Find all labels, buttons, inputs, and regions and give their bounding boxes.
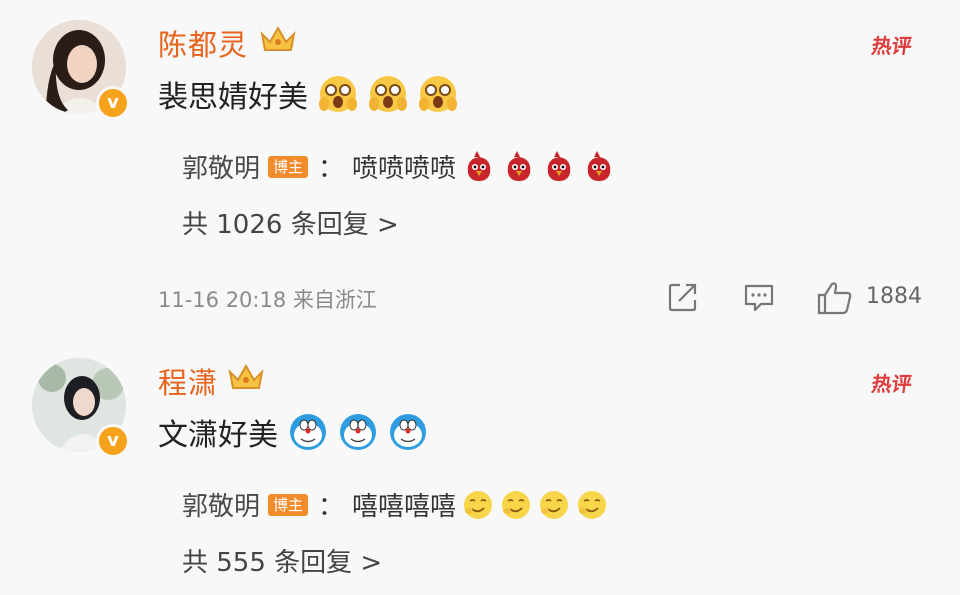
angry-bird-emoji-icon bbox=[507, 150, 531, 181]
reply-count-link[interactable]: 共 1026 条回复 > bbox=[182, 204, 399, 241]
hot-comment-label: 热评 bbox=[870, 34, 914, 58]
comment-text-row: 文潇好美 bbox=[158, 410, 428, 454]
member-crown-icon bbox=[260, 25, 296, 51]
scared-face-emoji-icon bbox=[419, 76, 457, 112]
like-count: 1884 bbox=[866, 284, 922, 309]
reply-count-link[interactable]: 共 555 条回复 > bbox=[182, 542, 382, 579]
doraemon-emoji-icon bbox=[290, 414, 326, 450]
reply-author[interactable]: 郭敬明 bbox=[182, 148, 260, 185]
reply-row[interactable]: 郭敬明 博主 ： 嘻嘻嘻嘻 bbox=[182, 486, 608, 523]
reply-text: 喷喷喷喷 bbox=[352, 154, 457, 184]
comment-meta: 11-16 20:18 来自浙江 bbox=[158, 288, 377, 312]
comment-text-row: 裴思婧好美 bbox=[158, 72, 458, 116]
comment-text: 文潇好美 bbox=[158, 418, 278, 453]
comment-item: v 陈都灵 热评 裴思婧好美 郭敬明 博主 ： 喷喷喷喷 共 1026 条回复 … bbox=[0, 0, 960, 340]
reply-author[interactable]: 郭敬明 bbox=[182, 486, 260, 523]
verified-badge-icon: v bbox=[96, 424, 130, 458]
comment-text: 裴思婧好美 bbox=[158, 80, 308, 115]
angry-bird-emoji-icon bbox=[467, 150, 491, 181]
scared-face-emoji-icon bbox=[369, 76, 407, 112]
comment-username[interactable]: 程潇 bbox=[158, 360, 218, 402]
reply-row[interactable]: 郭敬明 博主 ： 喷喷喷喷 bbox=[182, 148, 616, 185]
share-icon[interactable] bbox=[666, 280, 700, 314]
reply-colon: ： bbox=[318, 492, 345, 522]
blogger-badge: 博主 bbox=[268, 155, 309, 178]
thumbs-up-icon[interactable] bbox=[816, 280, 854, 316]
member-crown-icon bbox=[228, 363, 264, 389]
comment-item: v 程潇 热评 文潇好美 郭敬明 博主 ： 嘻嘻嘻嘻 共 555 条回复 > bbox=[0, 340, 960, 595]
angry-bird-emoji-icon bbox=[587, 150, 611, 181]
comment-username[interactable]: 陈都灵 bbox=[158, 22, 248, 64]
hot-comment-label: 热评 bbox=[870, 372, 914, 396]
comment-icon[interactable] bbox=[742, 280, 776, 314]
smirk-face-emoji-icon bbox=[502, 490, 531, 519]
scared-face-emoji-icon bbox=[319, 76, 357, 112]
reply-text: 嘻嘻嘻嘻 bbox=[352, 492, 457, 522]
reply-colon: ： bbox=[318, 154, 345, 184]
angry-bird-emoji-icon bbox=[547, 150, 571, 181]
verified-badge-icon: v bbox=[96, 86, 130, 120]
doraemon-emoji-icon bbox=[340, 414, 376, 450]
doraemon-emoji-icon bbox=[390, 414, 426, 450]
blogger-badge: 博主 bbox=[268, 493, 309, 516]
smirk-face-emoji-icon bbox=[540, 490, 569, 519]
smirk-face-emoji-icon bbox=[578, 490, 607, 519]
smirk-face-emoji-icon bbox=[464, 490, 493, 519]
